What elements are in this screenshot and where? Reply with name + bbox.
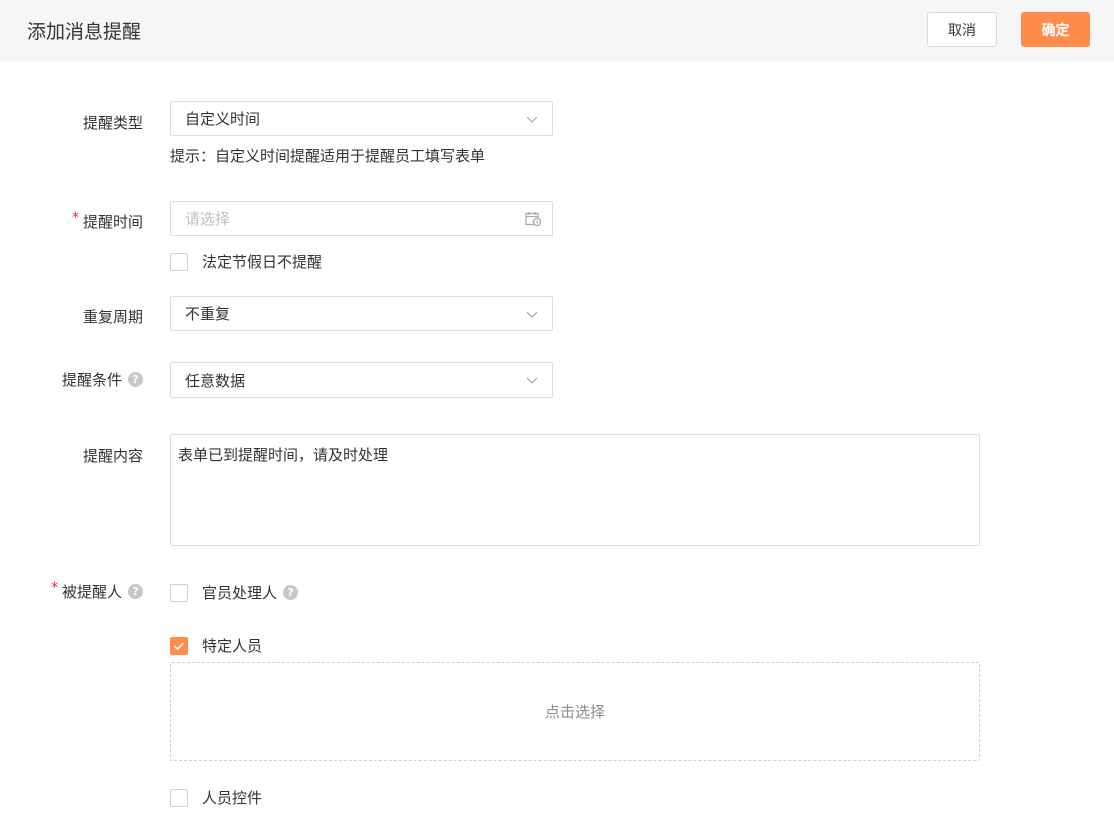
holiday-option[interactable]: 法定节假日不提醒 [170, 251, 322, 272]
reminder-time-label-text: 提醒时间 [82, 213, 143, 231]
help-icon[interactable]: ? [283, 585, 299, 600]
condition-value: 任意数据 [185, 371, 246, 390]
handler-checkbox[interactable] [170, 583, 188, 602]
checkmark-icon [173, 641, 185, 650]
content-label: 提醒内容 [83, 445, 143, 466]
help-icon[interactable]: ? [128, 372, 143, 387]
reminder-type-label: 提醒类型 [83, 112, 143, 133]
page-title: 添加消息提醒 [27, 21, 142, 43]
holiday-checkbox[interactable] [170, 252, 188, 271]
condition-select[interactable]: 任意数据 [170, 362, 553, 398]
recipients-label: * 被提醒人 ? [50, 579, 143, 602]
chevron-down-icon [526, 377, 538, 384]
reminder-time-input[interactable]: 请选择 [170, 201, 553, 236]
specific-checkbox[interactable] [170, 636, 188, 655]
content-label-text: 提醒内容 [82, 447, 143, 465]
repeat-label-text: 重复周期 [82, 308, 143, 326]
chevron-down-icon [526, 311, 538, 318]
reminder-type-label-text: 提醒类型 [82, 114, 143, 132]
chevron-down-icon [526, 116, 538, 123]
page-header: 添加消息提醒 取消 确定 [0, 0, 1114, 62]
condition-label-text: 提醒条件 [61, 371, 122, 389]
select-people-area[interactable]: 点击选择 [170, 662, 980, 761]
control-checkbox[interactable] [170, 788, 188, 807]
condition-label: 提醒条件 ? [62, 369, 143, 390]
reminder-time-label: * 提醒时间 [71, 209, 143, 232]
repeat-label: 重复周期 [83, 306, 143, 327]
reminder-type-value: 自定义时间 [185, 110, 261, 128]
control-option-label: 人员控件 [202, 789, 263, 807]
recipient-option-control[interactable]: 人员控件 [170, 787, 262, 808]
required-mark: * [71, 209, 79, 226]
recipient-option-handler[interactable]: 官员处理人 ? [170, 582, 299, 603]
reminder-time-placeholder: 请选择 [185, 210, 231, 228]
repeat-value: 不重复 [185, 305, 231, 323]
confirm-button[interactable]: 确定 [1021, 12, 1090, 47]
help-icon[interactable]: ? [128, 584, 143, 599]
reminder-type-hint: 提示：自定义时间提醒适用于提醒员工填写表单 [170, 147, 486, 165]
required-mark: * [50, 579, 58, 596]
repeat-select[interactable]: 不重复 [170, 296, 553, 331]
handler-option-label: 官员处理人 [202, 584, 278, 602]
content-textarea[interactable]: 表单已到提醒时间，请及时处理 [170, 434, 980, 546]
cancel-button[interactable]: 取消 [927, 12, 997, 47]
recipient-option-specific[interactable]: 特定人员 [170, 635, 262, 656]
specific-option-label: 特定人员 [202, 637, 263, 655]
recipients-label-text: 被提醒人 [61, 583, 122, 601]
reminder-type-select[interactable]: 自定义时间 [170, 101, 553, 136]
calendar-icon [525, 211, 542, 226]
holiday-option-label: 法定节假日不提醒 [202, 253, 323, 271]
